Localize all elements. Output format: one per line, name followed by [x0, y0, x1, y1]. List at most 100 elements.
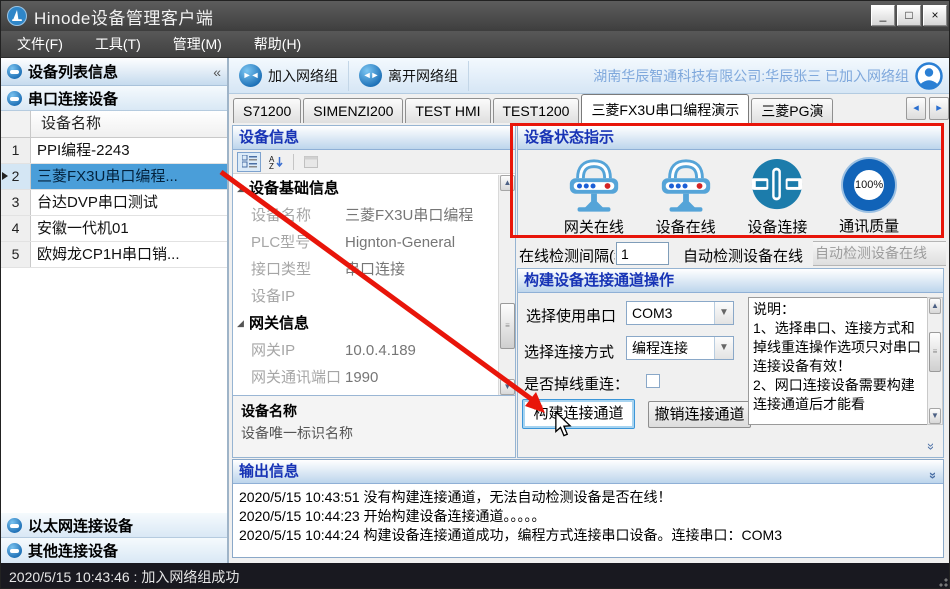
category-expander-icon[interactable]: ◢	[237, 310, 244, 337]
menu-help[interactable]: 帮助(H)	[238, 31, 317, 57]
device-name: 欧姆龙CP1H串口销...	[31, 242, 227, 267]
app-window: Hinode设备管理客户端 _ □ × 文件(F) 工具(T) 管理(M) 帮助…	[0, 0, 950, 589]
collapse-sidebar-icon[interactable]: «	[213, 64, 221, 80]
scrollbar-thumb[interactable]: ≡	[500, 303, 515, 349]
device-row-4[interactable]: 4 安徽一代机01	[1, 216, 227, 242]
interval-input[interactable]	[616, 242, 669, 265]
instruction-note-box: 说明： 1、选择串口、连接方式和掉线重连操作选项只对串口连接设备有效！ 2、网口…	[748, 297, 928, 425]
prop-device-name[interactable]: 设备名称 三菱FX3U串口编程	[233, 202, 515, 229]
other-group-icon	[7, 543, 22, 558]
property-grid-toolbar: A Z	[233, 150, 515, 174]
serial-group-icon	[7, 91, 22, 106]
menu-manage[interactable]: 管理(M)	[157, 31, 238, 57]
close-button[interactable]: ×	[923, 5, 947, 26]
device-row-3[interactable]: 3 台达DVP串口测试	[1, 190, 227, 216]
resize-grip[interactable]	[938, 577, 948, 587]
device-online-icon	[657, 156, 715, 214]
join-network-button[interactable]: ►◄ 加入网络组	[229, 61, 349, 91]
menu-tools[interactable]: 工具(T)	[79, 31, 157, 57]
device-row-2-selected[interactable]: 2 三菱FX3U串口编程...	[1, 164, 227, 190]
device-connect-indicator: 设备连接	[732, 156, 824, 237]
prop-plc-model[interactable]: PLC型号 Hignton-General	[233, 229, 515, 256]
leave-network-button[interactable]: ◄► 离开网络组	[349, 61, 469, 91]
comm-quality-label: 通讯质量	[839, 215, 899, 236]
port-select-combo[interactable]: COM3 ▼	[626, 301, 734, 325]
row-number: 3	[1, 190, 31, 215]
device-row-1[interactable]: 1 PPI编程-2243	[1, 138, 227, 164]
device-name: 安徽一代机01	[31, 216, 227, 241]
dropdown-arrow-icon[interactable]: ▼	[714, 302, 733, 324]
leave-network-icon: ◄►	[359, 64, 382, 87]
scroll-down-icon[interactable]: ▼	[500, 379, 515, 395]
device-online-indicator: 设备在线	[640, 156, 732, 237]
alphabetical-sort-icon[interactable]: A Z	[264, 152, 288, 172]
device-tab-strip: S71200 SIMENZI200 TEST HMI TEST1200 三菱FX…	[229, 94, 950, 123]
note-scrollbar[interactable]: ▲ ≡ ▼	[927, 297, 943, 425]
prop-interface-type[interactable]: 接口类型 串口连接	[233, 256, 515, 283]
ethernet-devices-group[interactable]: 以太网连接设备	[1, 513, 227, 538]
selected-property-title: 设备名称	[241, 401, 507, 421]
reconnect-checkbox[interactable]	[646, 374, 660, 388]
build-channel-button[interactable]: 构建连接通道	[522, 399, 635, 429]
device-row-5[interactable]: 5 欧姆龙CP1H串口销...	[1, 242, 227, 268]
device-connect-icon	[750, 156, 804, 214]
destroy-channel-button[interactable]: 撤销连接通道	[648, 401, 751, 428]
category-gateway-info[interactable]: ◢ 网关信息	[233, 310, 515, 337]
output-log[interactable]: 2020/5/15 10:43:51 没有构建连接通道，无法自动检测设备是否在线…	[233, 484, 943, 549]
scroll-down-icon[interactable]: ▼	[929, 408, 941, 424]
tab-s71200[interactable]: S71200	[233, 98, 301, 123]
gateway-online-label: 网关在线	[564, 216, 624, 237]
sidebar-header[interactable]: 设备列表信息 «	[1, 58, 227, 86]
tab-mitsubishi-fx3u-active[interactable]: 三菱FX3U串口编程演示	[581, 94, 749, 123]
tab-scroll-right-icon[interactable]: ▸	[929, 97, 949, 120]
scroll-up-icon[interactable]: ▲	[500, 175, 515, 191]
auto-detect-button-clip: 自动检测设备在线	[813, 241, 946, 267]
gateway-online-icon	[565, 156, 623, 214]
dropdown-arrow-icon[interactable]: ▼	[714, 337, 733, 359]
collapse-output-icon[interactable]: «	[920, 472, 943, 479]
mode-select-combo[interactable]: 编程连接 ▼	[626, 336, 734, 360]
scroll-up-icon[interactable]: ▲	[929, 298, 941, 314]
serial-devices-group[interactable]: 串口连接设备	[1, 86, 227, 111]
mode-select-value: 编程连接	[632, 340, 688, 356]
tab-test-hmi[interactable]: TEST HMI	[405, 98, 490, 123]
serial-group-label: 串口连接设备	[28, 88, 118, 109]
property-grid-scrollbar[interactable]: ▲ ≡ ▼	[498, 175, 515, 395]
maximize-button[interactable]: □	[897, 5, 921, 26]
tab-scroll-left-icon[interactable]: ◂	[906, 97, 926, 120]
port-select-value: COM3	[632, 305, 672, 321]
selected-row-marker	[2, 172, 8, 180]
tab-simenzi200[interactable]: SIMENZI200	[303, 98, 403, 123]
build-channel-header: 构建设备连接通道操作	[518, 269, 943, 293]
row-number: 2	[1, 164, 31, 189]
categorized-view-icon[interactable]	[237, 152, 261, 172]
other-devices-group[interactable]: 其他连接设备	[1, 538, 227, 563]
menu-bar: 文件(F) 工具(T) 管理(M) 帮助(H)	[1, 31, 950, 58]
row-number-column	[1, 111, 31, 137]
property-pages-icon	[299, 152, 323, 172]
log-line: 2020/5/15 10:43:51 没有构建连接通道，无法自动检测设备是否在线…	[239, 488, 937, 507]
leave-network-label: 离开网络组	[388, 66, 458, 86]
auto-detect-button[interactable]: 自动检测设备在线	[813, 241, 946, 266]
device-status-panel: 设备状态指示 网关在线	[517, 125, 944, 238]
port-select-label: 选择使用串口	[526, 305, 616, 326]
prop-gateway-ip[interactable]: 网关IP 10.0.4.189	[233, 337, 515, 364]
selected-property-description: 设备唯一标识名称	[241, 423, 507, 443]
category-expander-icon[interactable]: ◢	[237, 175, 244, 202]
menu-file[interactable]: 文件(F)	[1, 31, 79, 57]
category-basic-info[interactable]: ◢ 设备基础信息	[233, 175, 515, 202]
row-number: 4	[1, 216, 31, 241]
collapse-panel-icon[interactable]: «	[922, 443, 937, 450]
device-name: 台达DVP串口测试	[31, 190, 227, 215]
prop-gateway-port[interactable]: 网关通讯端口 1990	[233, 364, 515, 391]
device-table: 设备名称 1 PPI编程-2243 2 三菱FX3U串口编程... 3 台达DV…	[1, 111, 227, 519]
output-title: 输出信息	[239, 463, 299, 480]
minimize-button[interactable]: _	[871, 5, 895, 26]
scrollbar-thumb[interactable]: ≡	[929, 332, 941, 372]
log-line: 2020/5/15 10:44:23 开始构建设备连接通道。。。。。	[239, 507, 937, 526]
prop-device-ip[interactable]: 设备IP	[233, 283, 515, 310]
tab-mitsubishi-pg[interactable]: 三菱PG演	[751, 98, 833, 123]
tab-test1200[interactable]: TEST1200	[493, 98, 580, 123]
user-avatar-icon[interactable]	[915, 62, 943, 90]
auto-detect-label: 自动检测设备在线	[683, 245, 803, 266]
